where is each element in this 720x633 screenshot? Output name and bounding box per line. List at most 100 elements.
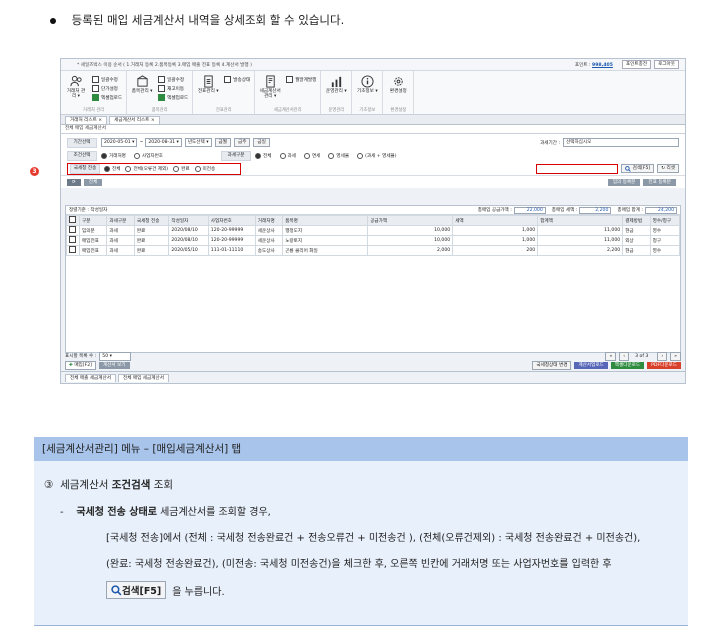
bar-chart-icon <box>331 76 341 88</box>
table-row[interactable]: 매입전표 과세 완료 2020/05/10 111-01-11110 송도상사 곤룡 클… <box>66 245 681 256</box>
table-row[interactable]: 매입전표 과세 완료 2020/08/10 120-20-99999 세운상사 노랑토지… <box>66 235 681 246</box>
radio-biz-number[interactable]: 사업자번호 <box>133 152 163 159</box>
points: 포인트 : 998,405 <box>574 62 613 68</box>
item-excel-upload-button[interactable]: 엑셀업로드 <box>158 94 188 101</box>
tab-purchase-invoices[interactable]: 전체 매입 세금계산서 <box>117 374 169 382</box>
info-line-4: (완료: 국세청 전송완료건), (미전송: 국세청 미전송건)을 체크한 후,… <box>106 559 612 570</box>
operation-mgmt-button[interactable]: 운영관리 ▾ <box>325 73 347 107</box>
today-button[interactable]: 금일 <box>253 138 270 147</box>
period-label: 기간선택 <box>67 137 97 148</box>
this-month-button[interactable]: 금월 <box>214 138 231 147</box>
summary-row: 정렬기준 : 작성일자 총매입 공급가액 :22,000 총매입 세액 :2,2… <box>66 206 680 215</box>
pdf-download-button[interactable]: PDF다운로드 <box>647 362 681 369</box>
radio-nts-unsent[interactable]: 미전송 <box>194 165 215 172</box>
announcement: * 세일즈박스 이용 순서 ( 1.거래처 등록 2.품목등록 3.매입 매출 … <box>77 62 252 68</box>
radio-tax-exempt[interactable]: 면세 <box>303 152 320 159</box>
item-bulk-edit-button[interactable]: 일괄수정 <box>158 76 188 83</box>
nts-status-change-button[interactable]: 국세청상태 변경 <box>532 361 572 370</box>
ribbon-group-basic: 기초정보 ▾ 기초정보 <box>352 71 384 114</box>
bullet-icon <box>50 17 56 24</box>
excel-upload-button[interactable]: 엑셀업로드 <box>92 94 122 101</box>
logout-button[interactable]: 로그아웃 <box>654 60 679 69</box>
tax-period-label: 과세기간 : <box>540 140 560 146</box>
app-screenshot: * 세일즈박스 이용 순서 ( 1.거래처 등록 2.품목등록 3.매입 매출 … <box>30 58 686 384</box>
year-select[interactable]: 년도선택 ▾ <box>184 138 212 147</box>
next-page-button[interactable]: › <box>657 351 668 361</box>
invoice-icon <box>266 75 275 88</box>
radio-customer-name[interactable]: 거래처명 <box>101 152 126 159</box>
add-purchase-button[interactable]: ✚ 매입[F2] <box>65 361 96 370</box>
charge-button[interactable]: 포인트충전 <box>621 60 652 69</box>
pager-bar: 표시할 목록 수 : 50 ▾ « ‹ 3 of 3 › » <box>65 351 681 361</box>
bottom-tabs: 전체 매출 세금계산서 전체 매입 세금계산서 <box>61 371 685 382</box>
doc-tabs: 거래처 리스트 × 세금계산서 리스트 × <box>61 115 685 125</box>
stock-move-button[interactable]: 재고이동 <box>158 85 188 92</box>
invoice-upload-button[interactable]: 계산서업로드 <box>574 362 608 369</box>
radio-tax-all[interactable]: 전체 <box>255 152 272 159</box>
info-icon <box>361 75 374 88</box>
gear-icon <box>394 77 403 86</box>
refresh-small-button[interactable]: ⟳ <box>67 178 81 186</box>
radio-tax-taxable[interactable]: 과세 <box>279 152 296 159</box>
points-value[interactable]: 998,405 <box>592 63 613 68</box>
monthly-issue-button[interactable]: 월말계발행 <box>286 76 316 83</box>
tax-invoice-mgmt-button[interactable]: 세금계산서 관리 ▾ <box>259 73 281 107</box>
customer-mgmt-button[interactable]: 거래처 관리 ▾ <box>65 73 87 107</box>
radio-tax-zero[interactable]: 영세율 <box>328 152 349 159</box>
bulk-edit-button[interactable]: 일괄수정 <box>92 76 122 83</box>
search-button[interactable]: 검색[F5] <box>620 164 655 173</box>
view-invoice-button[interactable]: 계산서 보기 <box>98 362 130 369</box>
prev-page-button[interactable]: ‹ <box>619 351 630 361</box>
table-row[interactable]: 임의분 과세 완료 2020/08/10 120-20-99999 세운상사 행정도지 1… <box>66 225 681 236</box>
document-icon <box>204 75 213 88</box>
table-header: 구분 과세구분 국세청 전송 작성일자 사업자번호 거래처명 품목명 공급가액 세액 합계액… <box>66 215 681 226</box>
slip-reg-button[interactable]: 전표 등록분 <box>643 178 676 186</box>
first-page-button[interactable]: « <box>605 351 617 361</box>
price-setting-button[interactable]: 단가설정 <box>92 85 122 92</box>
page-title: 전체 매입 세금계산서 <box>61 125 685 134</box>
tab-sales-invoices[interactable]: 전체 매출 세금계산서 <box>65 374 116 382</box>
reset-button[interactable]: ↻ 리셋 <box>657 164 679 173</box>
ribbon-group-settings: 환경설정 환경설정 <box>383 71 415 114</box>
item-mgmt-button[interactable]: 품목관리 ▾ <box>131 73 153 107</box>
info-line-3: [국세청 전송]에서 (전체 : 국세청 전송완료건 + 전송오류건 + 미전송… <box>106 533 641 544</box>
tab-tax-invoice-list[interactable]: 세금계산서 리스트 × <box>109 116 160 124</box>
top-bar: * 세일즈박스 이용 순서 ( 1.거래처 등록 2.품목등록 3.매입 매출 … <box>61 59 685 71</box>
excel-download-button[interactable]: 엑셀다운로드 <box>610 362 645 369</box>
radio-tax-combo[interactable]: (과세 + 영세율) <box>357 152 397 159</box>
search-input[interactable] <box>535 163 618 174</box>
slip-mgmt-button[interactable]: 전표관리 ▾ <box>197 73 219 107</box>
tax-period-select[interactable]: 선택하십시오 <box>563 138 679 147</box>
this-week-button[interactable]: 금주 <box>233 138 251 147</box>
info-line-2: - 국세청 전송 상태로 세금계산서를 조회할 경우, <box>60 507 271 518</box>
send-status-button[interactable]: 발송상태 <box>224 76 250 83</box>
box-icon <box>137 75 148 87</box>
basic-info-button[interactable]: 기초정보 ▾ <box>356 73 378 107</box>
sort-info: 정렬기준 : 작성일자 <box>69 208 108 213</box>
info-line-1: ③ 세금계산서 조건검색 조회 <box>44 479 174 491</box>
ribbon-group-items: 품목관리 ▾ 일괄수정 재고이동 엑셀업로드 품목관리 <box>127 71 194 114</box>
condition-row: 조건선택 거래처명 사업자번호 과세구분 전체 과세 면세 영세율 (과세 + … <box>67 149 679 162</box>
manual-reg-button[interactable]: 임의 등록분 <box>607 178 641 186</box>
page-info: 3 of 3 <box>635 353 649 359</box>
search-icon <box>111 584 122 595</box>
date-to-input[interactable]: 2020-08-31 ▾ <box>145 138 182 147</box>
radio-nts-excl-error[interactable]: 전체(오류건 제외) <box>125 165 168 172</box>
ribbon-group-tax: 세금계산서 관리 ▾ 월말계발행 세금계산서관리 <box>255 71 322 114</box>
info-panel: [세금계산서관리] 메뉴 – [매입세금계산서] 탭 ③ 세금계산서 조건검색 … <box>34 437 688 626</box>
radio-nts-all[interactable]: 전체 <box>104 165 120 172</box>
tab-customer-list[interactable]: 거래처 리스트 × <box>65 116 108 124</box>
search-icon <box>624 165 631 172</box>
date-from-input[interactable]: 2020-05-01 ▾ <box>101 138 138 147</box>
nts-status-highlight: 국세청 전송 전체 전체(오류건 제외) 완료 미전송 <box>67 162 241 175</box>
all-button[interactable]: 전체 <box>83 178 103 186</box>
page-size-select[interactable]: 50 ▾ <box>99 351 132 361</box>
sum-tax: 2,200 <box>579 206 612 214</box>
tax-type-label: 과세구분 <box>221 150 252 161</box>
footer-bar: ✚ 매입[F2] 계산서 보기 국세청상태 변경 계산서업로드 엑셀다운로드 P… <box>61 361 685 370</box>
refresh-icon: ↻ <box>661 166 666 171</box>
settings-button[interactable]: 환경설정 <box>387 73 409 107</box>
condition-label: 조건선택 <box>67 150 97 161</box>
radio-nts-done[interactable]: 완료 <box>173 165 190 172</box>
last-page-button[interactable]: » <box>670 351 681 361</box>
